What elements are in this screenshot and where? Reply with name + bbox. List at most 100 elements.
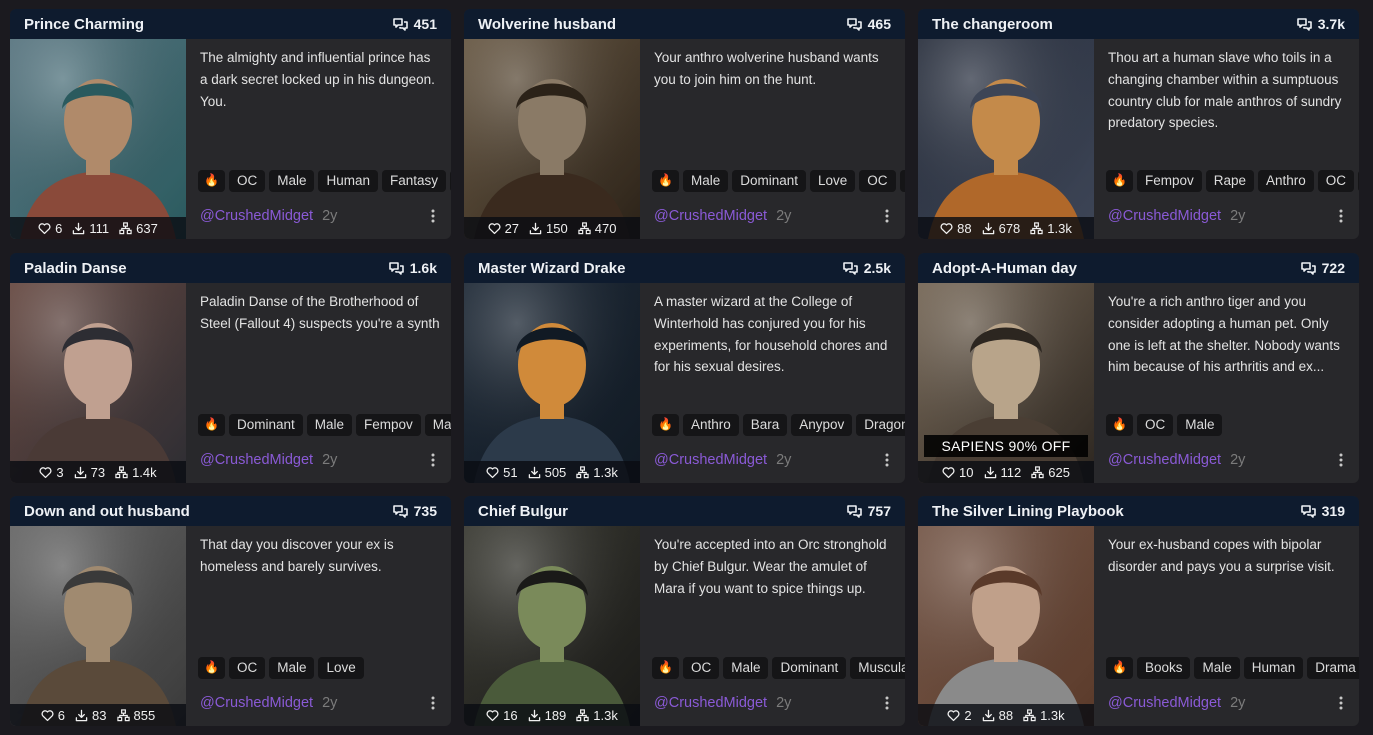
character-card[interactable]: Master Wizard Drake 2.5k 51 505 1.3k A m… [464, 253, 905, 483]
tag-chip[interactable] [1358, 170, 1359, 192]
card-title[interactable]: The Silver Lining Playbook [932, 503, 1124, 520]
trending-tag[interactable]: 🔥 [652, 414, 679, 436]
tag-chip[interactable]: Muscula [850, 657, 905, 679]
trending-tag[interactable]: 🔥 [198, 657, 225, 679]
more-options-button[interactable] [878, 694, 896, 712]
author-link[interactable]: @CrushedMidget [1108, 208, 1221, 224]
character-card[interactable]: Paladin Danse 1.6k 3 73 1.4k Paladin Dan… [10, 253, 451, 483]
more-options-button[interactable] [424, 694, 442, 712]
tag-chip[interactable]: Male [1177, 414, 1223, 436]
tag-chip[interactable] [899, 170, 905, 192]
author-link[interactable]: @CrushedMidget [200, 452, 313, 468]
card-title[interactable]: Adopt-A-Human day [932, 260, 1077, 277]
author-link[interactable]: @CrushedMidget [1108, 452, 1221, 468]
tag-chip[interactable]: Male [1194, 657, 1240, 679]
card-title[interactable]: Chief Bulgur [478, 503, 568, 520]
more-options-button[interactable] [1332, 207, 1350, 225]
tag-chip[interactable]: Bara [742, 414, 788, 436]
character-avatar[interactable]: 2 88 1.3k [918, 526, 1094, 726]
tag-chip[interactable] [450, 170, 451, 192]
trending-tag[interactable]: 🔥 [1106, 170, 1133, 192]
tag-chip[interactable]: Rape [1205, 170, 1255, 192]
heart-icon [486, 466, 499, 478]
character-avatar[interactable]: 6 83 855 [10, 526, 186, 726]
tag-chip[interactable]: Love [810, 170, 856, 192]
author-link[interactable]: @CrushedMidget [654, 208, 767, 224]
tag-chip[interactable]: Male [306, 414, 352, 436]
card-title[interactable]: Master Wizard Drake [478, 260, 625, 277]
character-avatar[interactable]: 6 111 637 [10, 39, 186, 239]
author-link[interactable]: @CrushedMidget [200, 695, 313, 711]
forks-count: 625 [1048, 464, 1070, 480]
more-options-button[interactable] [1332, 694, 1350, 712]
tag-chip[interactable]: OC [228, 170, 266, 192]
author-link[interactable]: @CrushedMidget [654, 695, 767, 711]
tag-chip[interactable]: OC [859, 170, 896, 192]
card-title[interactable]: The changeroom [932, 16, 1053, 33]
tag-chip[interactable]: Male [424, 414, 451, 436]
tag-chip[interactable]: Anypov [791, 414, 853, 436]
author-link[interactable]: @CrushedMidget [654, 452, 767, 468]
author-link[interactable]: @CrushedMidget [200, 208, 313, 224]
character-card[interactable]: The Silver Lining Playbook 319 2 88 1.3k… [918, 496, 1359, 726]
chat-count: 319 [1300, 503, 1345, 519]
trending-tag[interactable]: 🔥 [652, 657, 679, 679]
tag-chip[interactable]: Love [318, 657, 364, 679]
trending-tag[interactable]: 🔥 [198, 414, 225, 436]
more-options-button[interactable] [424, 451, 442, 469]
tag-chip[interactable]: Fempov [356, 414, 421, 436]
more-vertical-icon [1339, 209, 1343, 223]
character-avatar[interactable]: 88 678 1.3k [918, 39, 1094, 239]
character-card[interactable]: Chief Bulgur 757 16 189 1.3k You're acce… [464, 496, 905, 726]
tag-chip[interactable]: OC [1317, 170, 1355, 192]
tag-chip[interactable]: Fempov [1136, 170, 1202, 192]
tag-chip[interactable]: OC [682, 657, 720, 679]
tag-chip[interactable]: Dominant [732, 170, 806, 192]
character-avatar[interactable]: 51 505 1.3k [464, 283, 640, 483]
tag-chip[interactable]: Dominant [772, 657, 847, 679]
tag-chip[interactable]: Male [682, 170, 729, 192]
tag-chip[interactable]: Books [1136, 657, 1191, 679]
card-title[interactable]: Wolverine husband [478, 16, 616, 33]
tag-chip[interactable]: Male [723, 657, 769, 679]
tag-chip[interactable]: Dominant [228, 414, 303, 436]
author-link[interactable]: @CrushedMidget [1108, 695, 1221, 711]
character-card[interactable]: Adopt-A-Human day 722 SAPIENS 90% OFF 10… [918, 253, 1359, 483]
card-title[interactable]: Paladin Danse [24, 260, 127, 277]
more-options-button[interactable] [424, 207, 442, 225]
card-title[interactable]: Down and out husband [24, 503, 190, 520]
character-avatar[interactable]: 16 189 1.3k [464, 526, 640, 726]
tag-chip[interactable]: Male [269, 170, 315, 192]
tag-chip[interactable]: Dragon [856, 414, 905, 436]
trending-tag[interactable]: 🔥 [198, 170, 225, 192]
tag-chip[interactable]: Anthro [682, 414, 739, 436]
tag-chip[interactable]: OC [1136, 414, 1174, 436]
trending-tag[interactable]: 🔥 [652, 170, 679, 192]
tag-list: 🔥 Fempov Rape Anthro OC [1106, 170, 1359, 192]
tag-chip[interactable]: Fantasy [382, 170, 447, 192]
character-card[interactable]: Down and out husband 735 6 83 855 That d… [10, 496, 451, 726]
card-title[interactable]: Prince Charming [24, 16, 144, 33]
forks-count: 637 [136, 220, 158, 236]
more-options-button[interactable] [1332, 451, 1350, 469]
character-avatar[interactable]: SAPIENS 90% OFF 10 112 625 [918, 283, 1094, 483]
trending-tag[interactable]: 🔥 [1106, 657, 1133, 679]
more-options-button[interactable] [878, 207, 896, 225]
tag-chip[interactable]: OC [228, 657, 266, 679]
trending-tag[interactable]: 🔥 [1106, 414, 1133, 436]
tag-chip[interactable]: Anthro [1258, 170, 1314, 192]
character-card[interactable]: Wolverine husband 465 27 150 470 Your an… [464, 9, 905, 239]
forks-stat: 855 [116, 708, 155, 723]
character-avatar[interactable]: 27 150 470 [464, 39, 640, 239]
more-options-button[interactable] [878, 451, 896, 469]
tag-chip[interactable]: Human [318, 170, 378, 192]
tag-chip[interactable]: Drama [1307, 657, 1359, 679]
chat-count: 465 [846, 16, 891, 32]
character-card[interactable]: Prince Charming 451 6 111 637 The almigh… [10, 9, 451, 239]
stats-bar: 88 678 1.3k [918, 217, 1094, 239]
character-avatar[interactable]: 3 73 1.4k [10, 283, 186, 483]
card-age: 2y [776, 452, 792, 468]
tag-chip[interactable]: Male [269, 657, 315, 679]
character-card[interactable]: The changeroom 3.7k 88 678 1.3k Thou art… [918, 9, 1359, 239]
tag-chip[interactable]: Human [1243, 657, 1304, 679]
